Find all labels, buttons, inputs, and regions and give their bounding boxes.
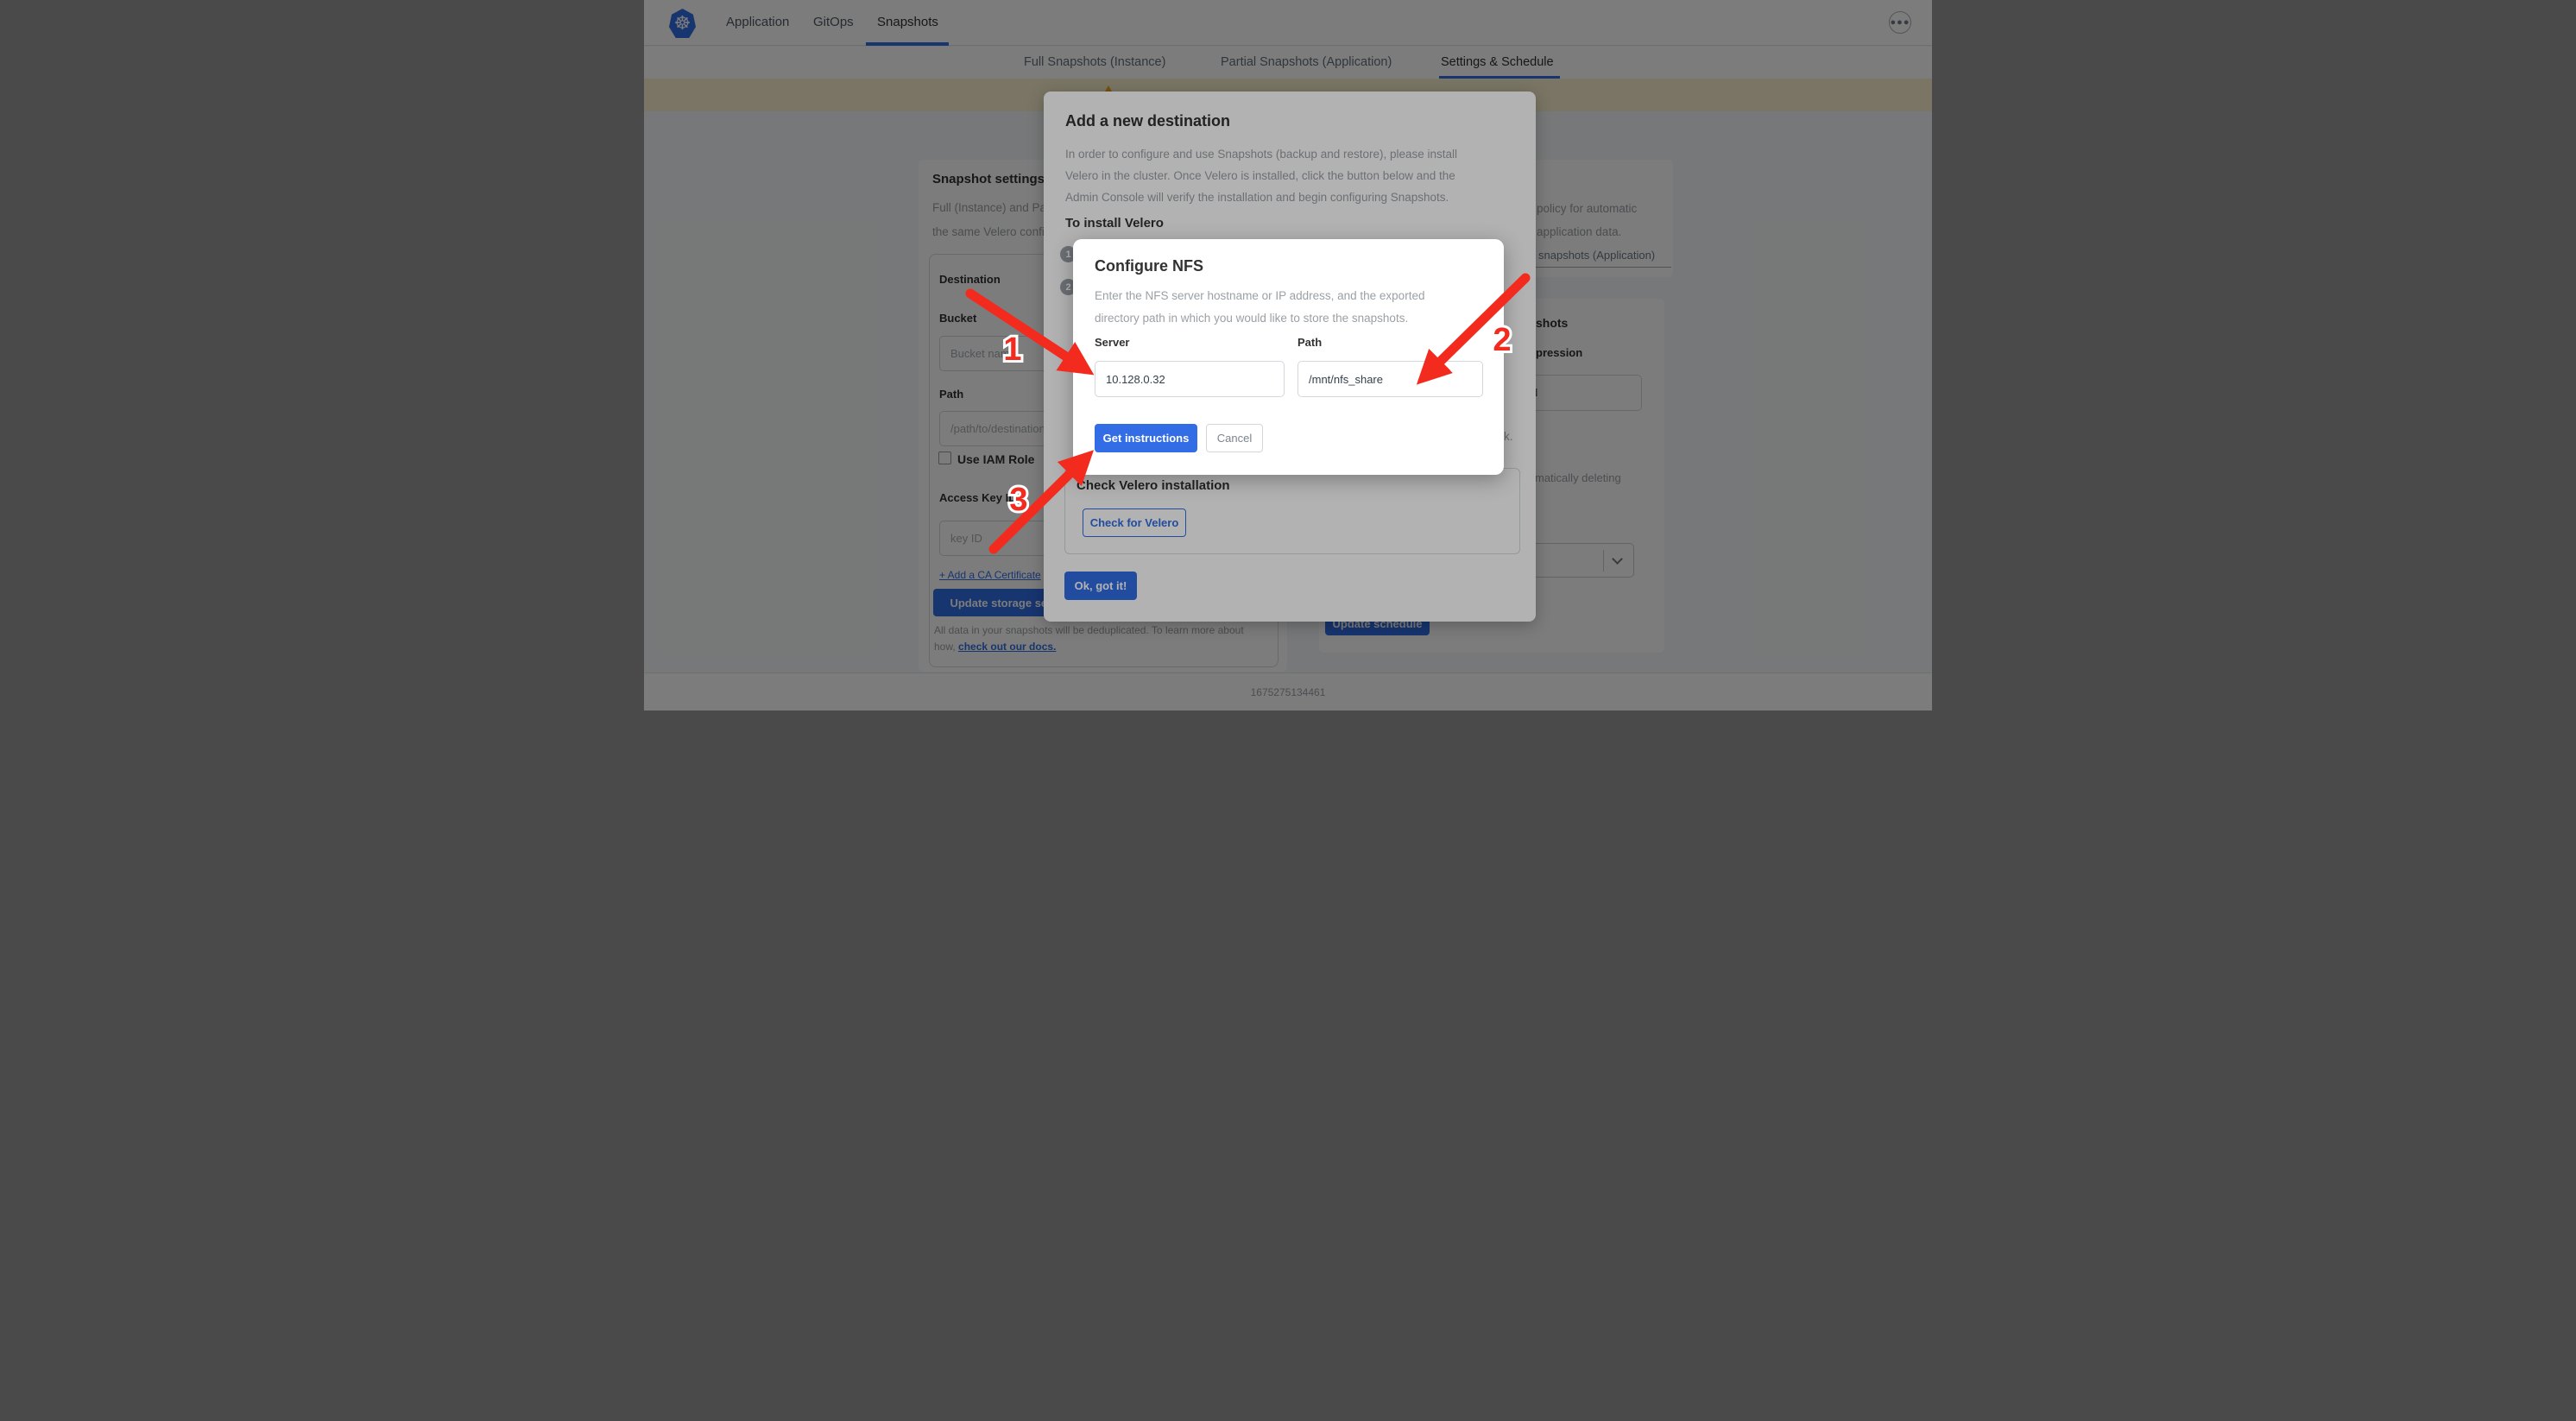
configure-nfs-desc-line1: Enter the NFS server hostname or IP addr…: [1095, 289, 1424, 302]
server-input[interactable]: [1095, 361, 1285, 397]
configure-nfs-modal: Configure NFS Enter the NFS server hostn…: [1073, 239, 1504, 475]
nfs-path-input[interactable]: [1297, 361, 1483, 397]
nfs-path-label: Path: [1297, 336, 1322, 349]
admin-console-page: ☸ Application GitOps Snapshots ●●● Full …: [644, 0, 1932, 710]
configure-nfs-desc-line2: directory path in which you would like t…: [1095, 312, 1408, 325]
configure-nfs-title: Configure NFS: [1095, 257, 1203, 275]
get-instructions-button[interactable]: Get instructions: [1095, 424, 1197, 452]
server-label: Server: [1095, 336, 1129, 349]
cancel-button[interactable]: Cancel: [1206, 424, 1263, 452]
